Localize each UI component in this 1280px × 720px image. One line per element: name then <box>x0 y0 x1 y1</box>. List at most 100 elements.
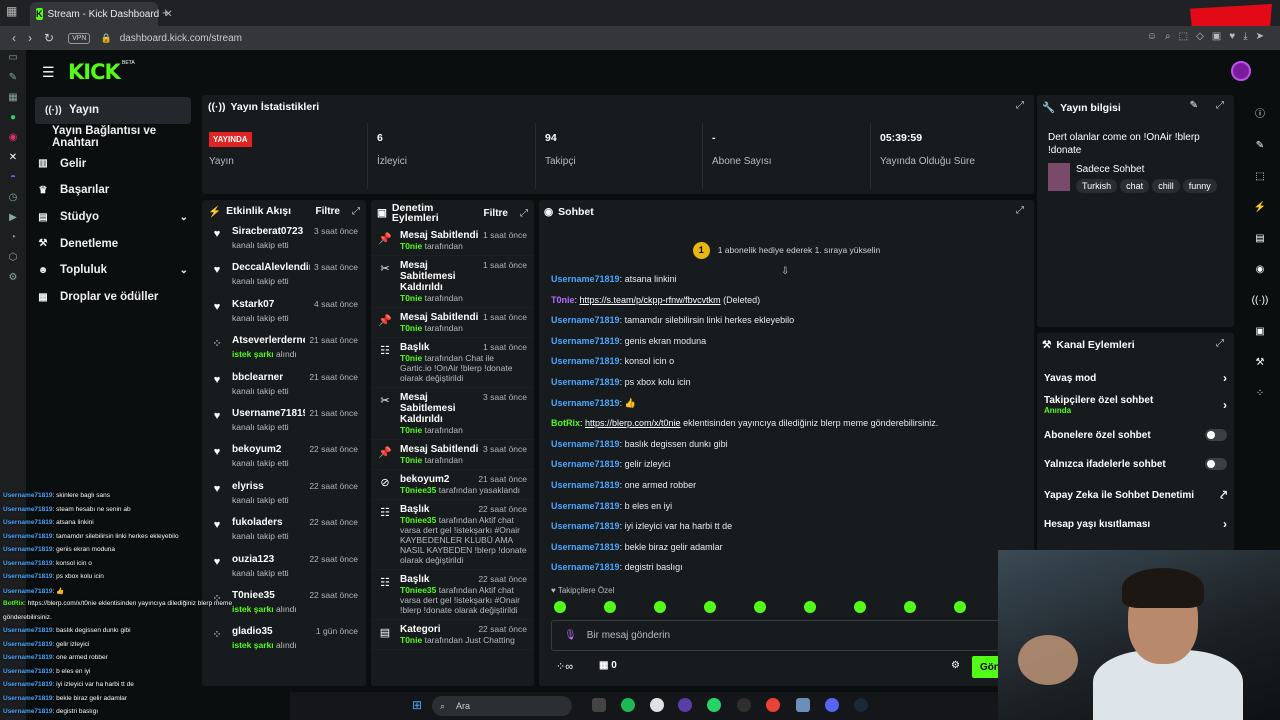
steam-icon[interactable] <box>854 698 868 712</box>
tag-chip[interactable]: chat <box>1120 179 1150 193</box>
tag-chip[interactable]: Turkish <box>1076 179 1118 193</box>
kick-logo[interactable]: KICK <box>68 60 121 84</box>
feed-name[interactable]: T0niee35 <box>232 590 275 601</box>
emoji-icon[interactable]: ☺ <box>1147 31 1157 42</box>
chat-link[interactable]: https://blerp.com/x/t0nie <box>585 418 681 428</box>
chat-username[interactable]: Username71819 <box>551 398 620 408</box>
moderation-item[interactable]: ⊘ bekoyum2 21 saat önce T0niee35 tarafından… <box>371 470 534 500</box>
chat-username[interactable]: Username71819 <box>551 356 620 366</box>
expand-icon[interactable]: ⤢ <box>520 208 528 219</box>
points-counter[interactable]: ▦ 0 <box>599 660 617 671</box>
wrench-icon[interactable]: ⚒ <box>1256 357 1265 368</box>
channel-action-row[interactable]: Yavaş mod › <box>1044 371 1227 385</box>
toggle-switch[interactable] <box>1205 429 1227 441</box>
moderation-user[interactable]: T0nie <box>400 323 422 333</box>
feed-item[interactable]: ♥ Username71819 21 saat önce kanalı takip e… <box>202 404 366 440</box>
screenshot-icon[interactable]: ⬚ <box>1179 31 1188 42</box>
forward-icon[interactable]: › <box>28 31 32 45</box>
feed-name[interactable]: fukoladers <box>232 517 283 528</box>
moderation-user[interactable]: T0nie <box>400 425 422 435</box>
chat-username[interactable]: Username71819 <box>551 562 620 572</box>
feed-name[interactable]: ouzia123 <box>232 554 274 565</box>
vpn-badge[interactable]: VPN <box>68 32 91 44</box>
moderation-item[interactable]: ☷ Başlık 22 saat önce T0niee35 tarafından A… <box>371 500 534 570</box>
emote-icon[interactable] <box>804 601 816 613</box>
grid-icon[interactable]: ▦ <box>6 92 20 103</box>
moderation-item[interactable]: ▤ Kategori 22 saat önce T0nie tarafından Ju… <box>371 620 534 650</box>
category-name[interactable]: Sadece Sohbet <box>1076 164 1144 175</box>
shield-icon[interactable]: ◇ <box>1196 31 1204 42</box>
chat-username[interactable]: Username71819 <box>551 315 620 325</box>
chat-link[interactable]: https://s.team/p/ckpp-rfnw/fbvcvtkm <box>580 295 721 305</box>
chat-input[interactable]: 🎙 Bir mesaj gönderin <box>551 620 1021 651</box>
feed-name[interactable]: gladio35 <box>232 626 273 637</box>
app-icon[interactable] <box>678 698 692 712</box>
tag-chip[interactable]: funny <box>1182 179 1217 193</box>
discord-icon[interactable] <box>825 698 839 712</box>
expand-icon[interactable]: ⤢ <box>1016 100 1024 111</box>
emote-icon[interactable] <box>954 601 966 613</box>
moderation-user[interactable]: T0nie <box>400 635 422 645</box>
feed-name[interactable]: Username71819 <box>232 408 305 419</box>
moderation-item[interactable]: 📌 Mesaj Sabitlendi 1 saat önce T0nie tarafı… <box>371 308 534 338</box>
chat-username[interactable]: Username71819 <box>551 336 620 346</box>
feed-name[interactable]: DeccalAlevlendiren3131 <box>232 262 310 273</box>
feed-item[interactable]: ⁘ Atseverlerdernegi 21 saat önce istek şark… <box>202 331 366 367</box>
moderation-item[interactable]: ☷ Başlık 1 saat önce T0nie tarafından Chat … <box>371 338 534 388</box>
mic-icon[interactable]: 🎙 <box>564 630 577 641</box>
channel-action-row[interactable]: Takipçilere özel sohbet Anında › <box>1044 395 1227 415</box>
emote-icon[interactable] <box>754 601 766 613</box>
avatar[interactable] <box>1231 61 1251 81</box>
chrome-icon[interactable] <box>766 698 780 712</box>
browser-tab[interactable]: K Stream - Kick Dashboard ✕ <box>30 2 173 26</box>
feed-name[interactable]: bekoyum2 <box>232 444 281 455</box>
feed-name[interactable]: bbclearner <box>232 372 283 383</box>
chat-username[interactable]: Username71819 <box>551 521 620 531</box>
broadcast-icon[interactable]: ((·)) <box>1252 295 1269 306</box>
chat-username[interactable]: Username71819 <box>551 377 620 387</box>
feed-item[interactable]: ♥ Kstark07 4 saat önce kanalı takip etti <box>202 295 366 331</box>
menu-icon[interactable]: ☰ <box>42 64 55 81</box>
toggle-switch[interactable] <box>1205 458 1227 470</box>
moderation-item[interactable]: 📌 Mesaj Sabitlendi 3 saat önce T0nie tarafı… <box>371 440 534 470</box>
nav-item-community[interactable]: ☻ Topluluk ⌄ <box>26 257 200 284</box>
channel-action-row[interactable]: Yapay Zeka ile Sohbet Denetimi ⤤ <box>1044 488 1227 503</box>
channel-action-row[interactable]: Yalnızca ifadelerle sohbet <box>1044 458 1227 470</box>
feed-name[interactable]: elyriss <box>232 481 264 492</box>
moderation-item[interactable]: ✂ Mesaj Sabitlemesi Kaldırıldı 1 saat önce… <box>371 256 534 308</box>
moderation-item[interactable]: 📌 Mesaj Sabitlendi 1 saat önce T0nie tarafı… <box>371 226 534 256</box>
app-icon[interactable] <box>650 698 664 712</box>
box-icon[interactable]: ▣ <box>1212 31 1221 42</box>
chat-username[interactable]: T0nie <box>551 295 575 305</box>
chat-username[interactable]: Username71819 <box>551 480 620 490</box>
windows-start-icon[interactable]: ⊞ <box>412 698 426 712</box>
emote-icon[interactable] <box>904 601 916 613</box>
edit-icon[interactable]: ✎ <box>1256 140 1264 151</box>
feed-item[interactable]: ♥ bekoyum2 22 saat önce kanalı takip etti <box>202 440 366 476</box>
moderation-user[interactable]: T0nie <box>400 353 422 363</box>
feed-name[interactable]: Atseverlerdernegi <box>232 335 305 346</box>
moderation-user[interactable]: T0niee35 <box>400 585 436 595</box>
send-icon[interactable]: ➤ <box>1256 31 1264 42</box>
screenshot-icon[interactable]: ⬚ <box>1255 171 1264 182</box>
messenger-icon[interactable]: ▭ <box>6 52 20 63</box>
moderation-user[interactable]: T0nie <box>400 455 422 465</box>
app-icon[interactable] <box>796 698 810 712</box>
chat-icon[interactable]: ◉ <box>1256 264 1265 275</box>
history-icon[interactable]: ◷ <box>6 192 20 203</box>
chat-username[interactable]: Username71819 <box>551 542 620 552</box>
emote-icon[interactable] <box>604 601 616 613</box>
app-icon[interactable] <box>737 698 751 712</box>
messenger-icon[interactable]: ✎ <box>6 72 20 83</box>
feed-name[interactable]: Kstark07 <box>232 299 274 310</box>
chat-username[interactable]: Username71819 <box>551 501 620 511</box>
moderation-item[interactable]: ✂ Mesaj Sabitlemesi Kaldırıldı 3 saat önce… <box>371 388 534 440</box>
expand-icon[interactable]: ⤢ <box>352 206 360 217</box>
feed-item[interactable]: ♥ Siracberat0723 3 saat önce kanalı takip e… <box>202 222 366 258</box>
nav-item-stream-key[interactable]: Yayın Bağlantısı ve Anahtarı <box>26 124 200 151</box>
nav-item-stream[interactable]: ((·)) Yayın <box>35 97 191 124</box>
discord-icon[interactable]: ◓ <box>6 172 20 183</box>
whatsapp-icon[interactable]: ● <box>6 112 20 123</box>
chat-username[interactable]: Username71819 <box>551 274 620 284</box>
search-icon[interactable]: ⌕ <box>1165 31 1171 42</box>
